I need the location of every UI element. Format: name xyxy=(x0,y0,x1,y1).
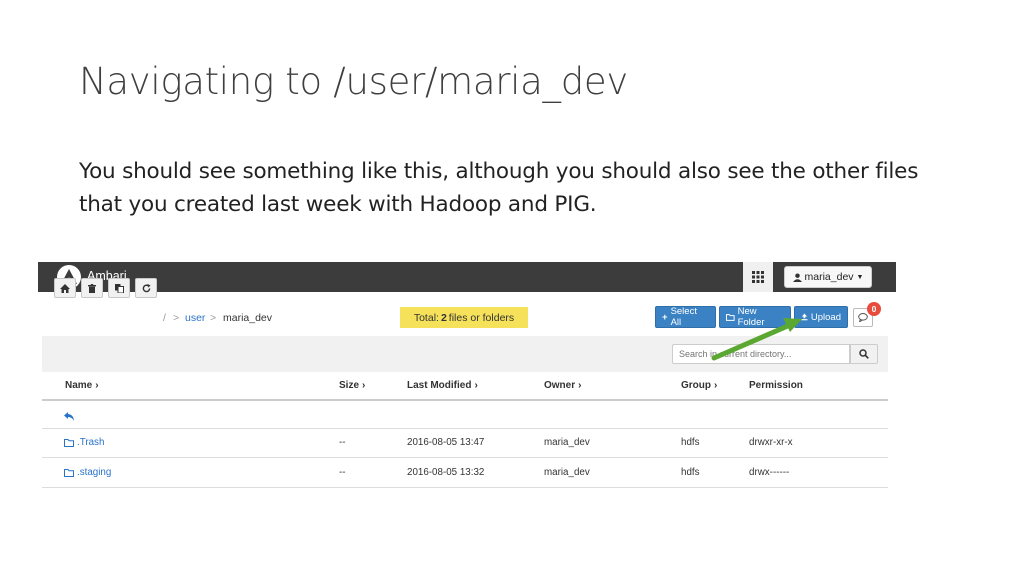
select-all-button[interactable]: + Select All xyxy=(655,306,716,328)
header-label: Size xyxy=(339,380,360,391)
refresh-icon xyxy=(142,283,151,292)
chevron-right-icon: › xyxy=(714,380,718,391)
file-owner: maria_dev xyxy=(544,467,590,478)
plus-icon: + xyxy=(662,311,668,323)
file-group: hdfs xyxy=(681,467,700,478)
new-folder-button[interactable]: New Folder xyxy=(719,306,791,328)
breadcrumb-separator: > xyxy=(173,312,180,324)
total-suffix: files or folders xyxy=(448,311,515,324)
header-label: Last Modified xyxy=(407,380,472,391)
column-header-permission: Permission xyxy=(749,380,803,391)
row-divider xyxy=(42,457,888,458)
column-header-group[interactable]: Group › xyxy=(681,380,717,391)
breadcrumb-root[interactable]: / xyxy=(163,312,166,324)
copy-button[interactable] xyxy=(108,278,130,298)
upload-label: Upload xyxy=(810,311,841,323)
column-header-size[interactable]: Size › xyxy=(339,380,365,391)
column-header-name[interactable]: Name › xyxy=(65,380,99,391)
header-label: Name xyxy=(65,380,93,391)
file-permission: drwx------ xyxy=(749,467,790,478)
file-size: -- xyxy=(339,437,346,448)
folder-icon xyxy=(64,438,74,447)
ambari-files-view-screenshot: Ambari maria_dev ▼ / > user > maria_dev xyxy=(38,262,896,502)
column-header-owner[interactable]: Owner › xyxy=(544,380,581,391)
grid-icon xyxy=(752,271,764,283)
search-input[interactable] xyxy=(672,344,850,364)
new-folder-label: New Folder xyxy=(737,306,765,328)
home-button[interactable] xyxy=(54,278,76,298)
chevron-right-icon: › xyxy=(362,380,366,391)
speech-bubble-icon xyxy=(858,313,868,322)
file-permission: drwxr-xr-x xyxy=(749,437,793,448)
table-row-name-link[interactable]: .Trash xyxy=(64,437,104,448)
search-icon xyxy=(859,349,869,359)
folder-icon xyxy=(64,468,74,477)
user-menu-button[interactable]: maria_dev ▼ xyxy=(784,266,872,288)
table-row-name-link[interactable]: .staging xyxy=(64,467,111,478)
header-label: Group xyxy=(681,380,711,391)
file-last-modified: 2016-08-05 13:47 xyxy=(407,437,485,448)
table-header-divider xyxy=(42,399,888,401)
notification-count-badge: 0 xyxy=(867,302,881,316)
slide-title: Navigating to /user/maria_dev xyxy=(79,60,628,103)
total-count: 2 xyxy=(440,311,447,324)
reply-arrow-icon xyxy=(64,412,74,421)
search-button[interactable] xyxy=(850,344,878,364)
user-icon xyxy=(792,272,802,282)
file-last-modified: 2016-08-05 13:32 xyxy=(407,467,485,478)
breadcrumb-current: maria_dev xyxy=(223,312,273,324)
header-label: Owner xyxy=(544,380,576,391)
file-name: .Trash xyxy=(77,437,105,448)
chevron-right-icon: › xyxy=(578,380,582,391)
total-prefix: Total: xyxy=(413,311,439,324)
file-name: .staging xyxy=(77,467,112,478)
upload-icon xyxy=(801,313,808,321)
file-group: hdfs xyxy=(681,437,700,448)
row-divider xyxy=(42,428,888,429)
caret-down-icon: ▼ xyxy=(856,273,864,281)
trash-icon xyxy=(88,283,96,293)
column-header-last-modified[interactable]: Last Modified › xyxy=(407,380,478,391)
refresh-button[interactable] xyxy=(135,278,157,298)
user-menu-label: maria_dev xyxy=(804,271,854,283)
chevron-right-icon: › xyxy=(474,380,478,391)
total-files-badge: Total: 2 files or folders xyxy=(400,307,528,328)
file-owner: maria_dev xyxy=(544,437,590,448)
breadcrumb-user[interactable]: user xyxy=(185,312,205,324)
top-navbar: Ambari maria_dev ▼ xyxy=(38,262,896,292)
upload-button[interactable]: Upload xyxy=(794,306,848,328)
views-grid-button[interactable] xyxy=(743,262,773,292)
breadcrumb-separator: > xyxy=(210,312,217,324)
select-all-label: Select All xyxy=(670,306,697,328)
header-label: Permission xyxy=(749,380,803,391)
row-divider xyxy=(42,487,888,488)
file-size: -- xyxy=(339,467,346,478)
home-icon xyxy=(60,283,70,293)
copy-icon xyxy=(114,283,124,293)
parent-directory-link[interactable] xyxy=(64,408,75,426)
folder-icon xyxy=(726,313,735,321)
slide-body-text: You should see something like this, alth… xyxy=(79,159,919,217)
chevron-right-icon: › xyxy=(95,380,99,391)
delete-button[interactable] xyxy=(81,278,103,298)
